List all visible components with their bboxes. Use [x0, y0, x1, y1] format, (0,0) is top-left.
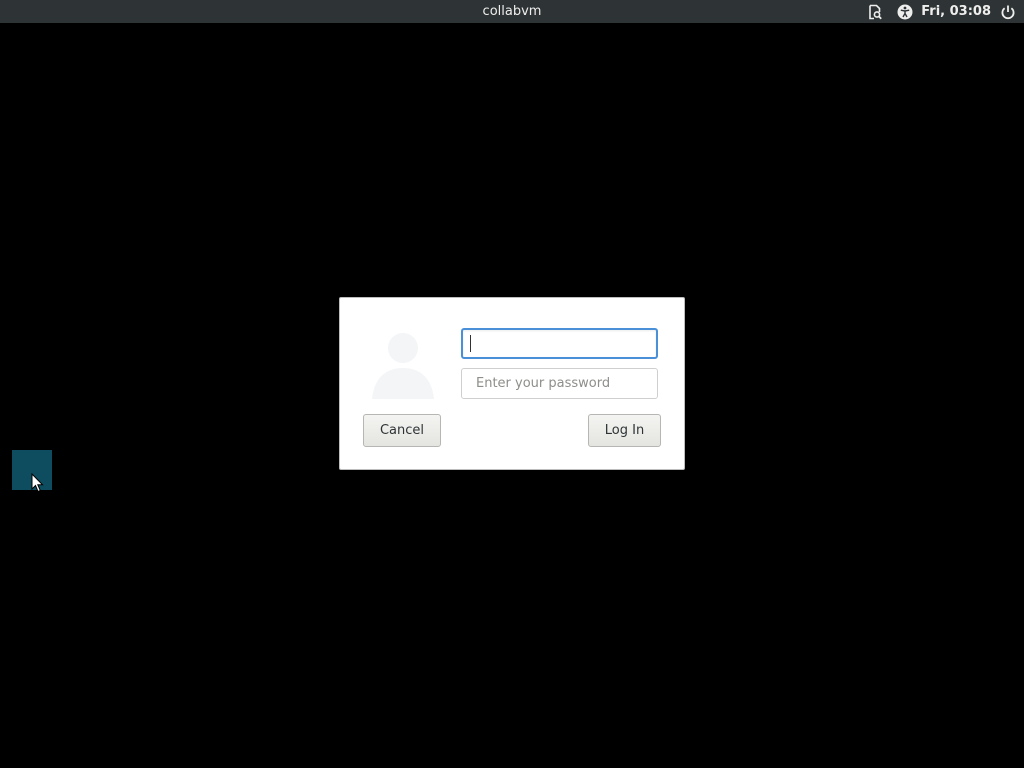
- password-field[interactable]: [461, 368, 658, 399]
- text-caret: [470, 335, 471, 352]
- status-area: Fri, 03:08: [867, 2, 1016, 21]
- login-button[interactable]: Log In: [588, 414, 661, 447]
- clock-label[interactable]: Fri, 03:08: [921, 3, 991, 20]
- login-dialog: Cancel Log In: [339, 297, 685, 470]
- user-avatar-icon: [370, 330, 438, 402]
- cancel-button[interactable]: Cancel: [363, 414, 441, 447]
- mouse-pointer-icon: [31, 472, 44, 493]
- username-field[interactable]: [461, 328, 658, 359]
- accessibility-icon[interactable]: [897, 4, 913, 20]
- document-search-icon[interactable]: [867, 4, 883, 20]
- power-icon[interactable]: [1000, 4, 1016, 20]
- top-bar: collabvm Fri, 03:08: [0, 0, 1024, 23]
